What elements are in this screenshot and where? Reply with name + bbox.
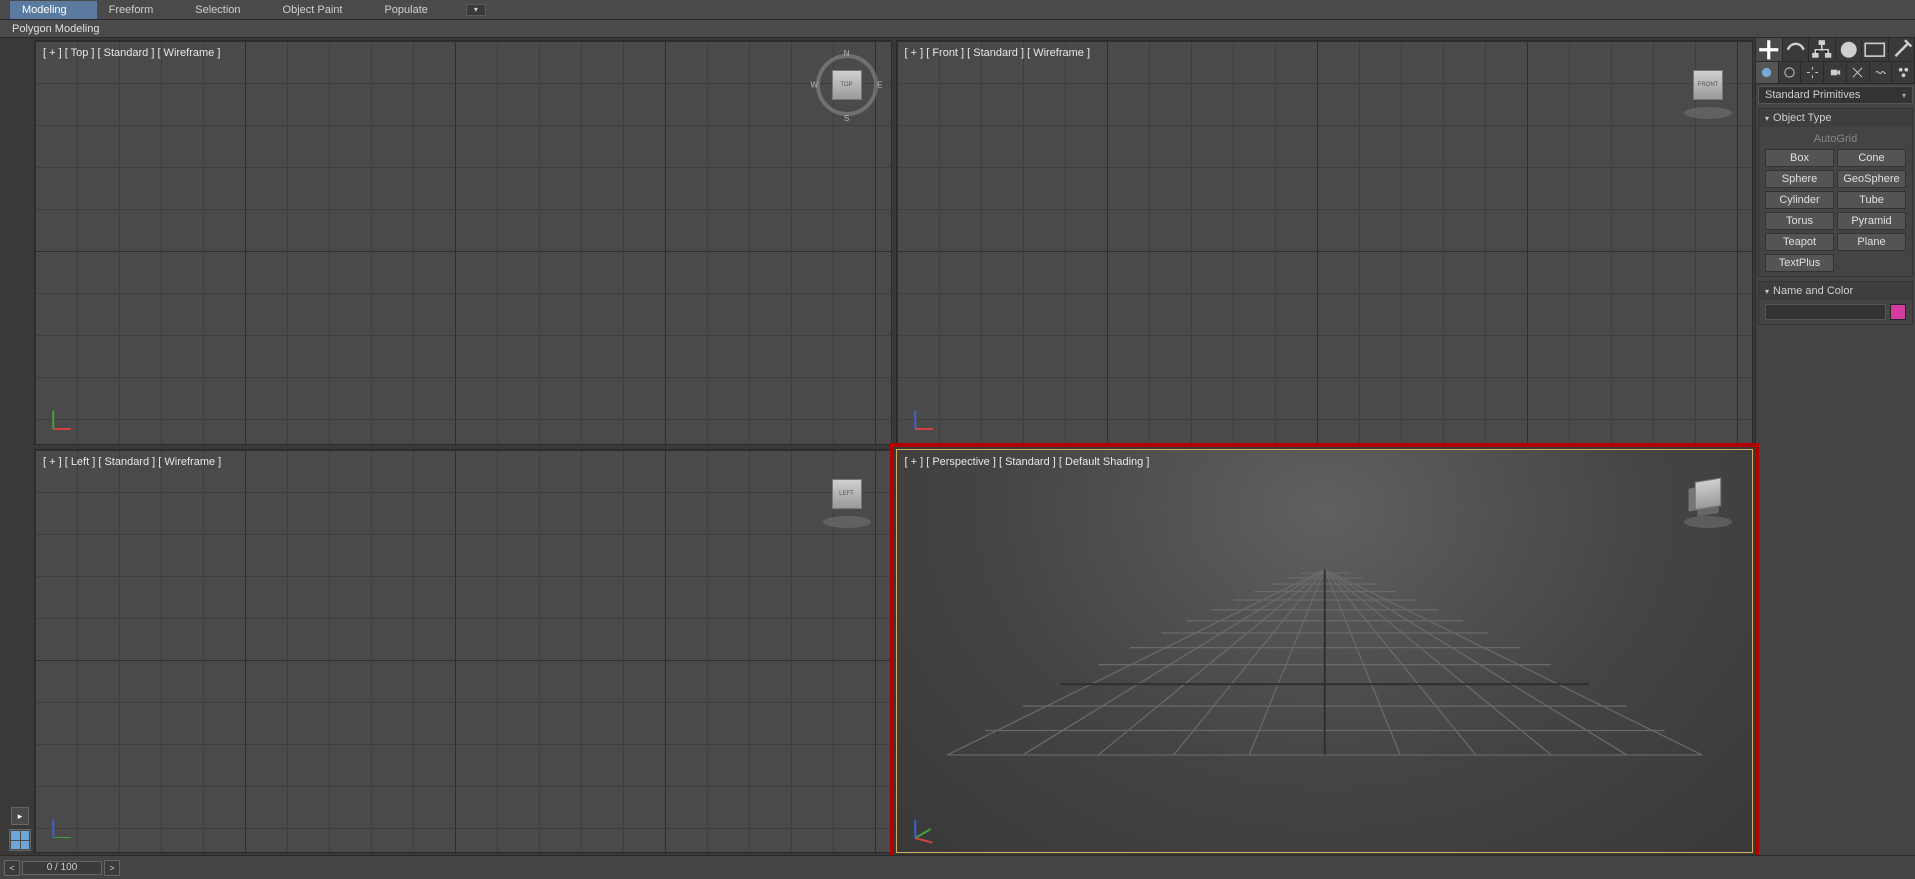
systems-category[interactable] [1892,62,1915,83]
object-color-swatch[interactable] [1890,304,1906,320]
axis-gizmo-perspective [909,814,939,844]
object-type-rollout: Object Type AutoGrid Box Cone Sphere Geo… [1758,108,1913,277]
viewport-layout-button[interactable] [9,829,31,851]
viewport-left-grid [35,450,891,853]
viewport-left[interactable]: [ + ] [ Left ] [ Standard ] [ Wireframe … [34,449,892,854]
time-prev-button[interactable]: < [4,860,20,876]
display-tab[interactable] [1862,38,1889,61]
name-color-rollout: Name and Color [1758,281,1913,325]
sub-ribbon-label[interactable]: Polygon Modeling [12,23,99,35]
viewcube-face[interactable]: FRONT [1693,70,1723,100]
compass-w: W [811,81,819,90]
ribbon-tab-populate[interactable]: Populate [372,1,457,19]
time-next-button[interactable]: > [104,860,120,876]
ribbon-tab-selection[interactable]: Selection [183,1,270,19]
pyramid-button[interactable]: Pyramid [1837,212,1906,230]
viewport-front-label[interactable]: [ + ] [ Front ] [ Standard ] [ Wireframe… [905,47,1091,59]
viewcube-front[interactable]: FRONT [1682,59,1734,111]
viewport-grid: [ + ] [ Top ] [ Standard ] [ Wireframe ]… [32,38,1755,855]
box-button[interactable]: Box [1765,149,1834,167]
cameras-category[interactable] [1824,62,1847,83]
viewcube-top[interactable]: N S E W TOP [821,59,873,111]
viewport-top-label[interactable]: [ + ] [ Top ] [ Standard ] [ Wireframe ] [43,47,220,59]
geosphere-button[interactable]: GeoSphere [1837,170,1906,188]
name-color-header[interactable]: Name and Color [1759,282,1912,300]
viewport-left-label[interactable]: [ + ] [ Left ] [ Standard ] [ Wireframe … [43,456,221,468]
play-animation-button[interactable] [11,807,29,825]
left-gutter [0,38,8,855]
shapes-category[interactable] [1779,62,1802,83]
utilities-tab[interactable] [1889,38,1915,61]
object-name-input[interactable] [1765,304,1886,320]
textplus-button[interactable]: TextPlus [1765,254,1834,272]
dropdown-label: Standard Primitives [1765,89,1860,101]
motion-tab[interactable] [1836,38,1863,61]
viewport-top[interactable]: [ + ] [ Top ] [ Standard ] [ Wireframe ]… [34,40,892,445]
ribbon-expand-button[interactable] [466,4,486,16]
create-category-tabs [1756,62,1915,84]
viewport-perspective-grid [897,450,1753,853]
torus-button[interactable]: Torus [1765,212,1834,230]
command-panel-tabs [1756,38,1915,62]
axis-gizmo-front [909,406,939,436]
time-slider: < 0 / 100 > [0,856,124,879]
sphere-button[interactable]: Sphere [1765,170,1834,188]
axis-gizmo-left [47,814,77,844]
teapot-button[interactable]: Teapot [1765,233,1834,251]
geometry-category[interactable] [1756,62,1779,83]
ribbon-tabs: Modeling Freeform Selection Object Paint… [0,0,1915,20]
spacewarps-category[interactable] [1870,62,1893,83]
sub-ribbon: Polygon Modeling [0,20,1915,38]
viewcube-face[interactable]: LEFT [832,479,862,509]
object-type-buttons: Box Cone Sphere GeoSphere Cylinder Tube … [1765,149,1906,272]
ribbon-tab-modeling[interactable]: Modeling [10,1,97,19]
tube-button[interactable]: Tube [1837,191,1906,209]
main-area: [ + ] [ Top ] [ Standard ] [ Wireframe ]… [0,38,1915,855]
compass-n: N [844,49,850,58]
viewport-top-grid [35,41,891,444]
bottom-bar: < 0 / 100 > [0,855,1915,879]
plane-button[interactable]: Plane [1837,233,1906,251]
viewports-wrap: [ + ] [ Top ] [ Standard ] [ Wireframe ]… [8,38,1755,855]
helpers-category[interactable] [1847,62,1870,83]
compass-s: S [844,114,849,123]
left-viewport-toolbar [8,38,32,855]
cylinder-button[interactable]: Cylinder [1765,191,1834,209]
autogrid-checkbox[interactable]: AutoGrid [1765,131,1906,149]
cone-button[interactable]: Cone [1837,149,1906,167]
modify-tab[interactable] [1783,38,1810,61]
viewport-front[interactable]: [ + ] [ Front ] [ Standard ] [ Wireframe… [896,40,1754,445]
command-panel: Standard Primitives Object Type AutoGrid… [1755,38,1915,855]
viewport-front-grid [897,41,1753,444]
compass-e: E [877,81,882,90]
viewport-perspective[interactable]: [ + ] [ Perspective ] [ Standard ] [ Def… [896,449,1754,854]
create-tab[interactable] [1756,38,1783,61]
viewcube-perspective[interactable] [1682,468,1734,520]
viewport-perspective-label[interactable]: [ + ] [ Perspective ] [ Standard ] [ Def… [905,456,1150,468]
primitive-type-dropdown[interactable]: Standard Primitives [1758,86,1913,104]
viewcube-face[interactable] [1695,477,1721,510]
object-type-header[interactable]: Object Type [1759,109,1912,127]
hierarchy-tab[interactable] [1809,38,1836,61]
lights-category[interactable] [1801,62,1824,83]
ribbon-tab-freeform[interactable]: Freeform [97,1,184,19]
viewcube-left[interactable]: LEFT [821,468,873,520]
ribbon-tab-objectpaint[interactable]: Object Paint [271,1,373,19]
time-frame-display[interactable]: 0 / 100 [22,861,102,875]
axis-gizmo-top [47,406,77,436]
